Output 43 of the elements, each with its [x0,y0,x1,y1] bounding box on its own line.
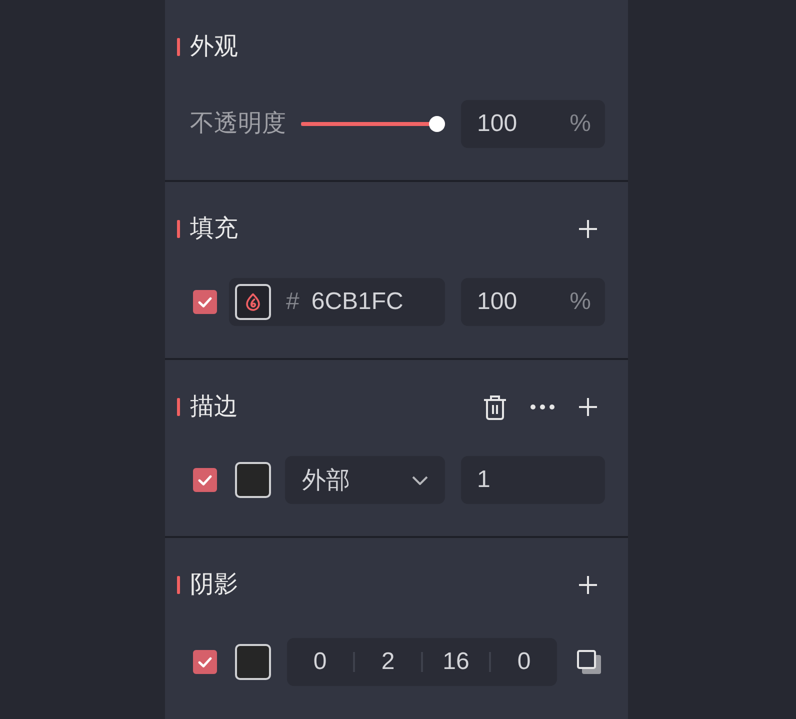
color-field[interactable]: # 6CB1FC [229,278,445,326]
hash-label: # [286,288,300,316]
section-title: 外观 [190,33,238,61]
input-value: 1 [477,466,490,494]
plus-icon[interactable] [578,397,598,417]
fill-opacity-input[interactable]: 100 % [461,278,605,326]
section-title: 描边 [190,393,238,421]
unit-label: % [570,110,591,138]
section-title: 阴影 [190,571,238,599]
input-value: 100 [477,288,518,316]
unit-label: % [570,288,591,316]
color-swatch-icon[interactable] [235,462,271,498]
shadow-value-input[interactable]: 2 [355,648,421,676]
slider-thumb[interactable] [429,116,445,132]
checkbox[interactable] [193,650,217,674]
checkmark-icon [198,296,212,308]
opacity-label: 不透明度 [190,110,287,138]
section-accent-bar [177,398,180,416]
color-swatch-icon[interactable] [235,644,271,680]
position-dropdown[interactable]: 外部 [285,456,445,504]
chevron-down-icon [412,476,428,484]
checkbox[interactable] [193,290,217,314]
plus-icon[interactable] [578,575,598,595]
section-accent-bar [177,576,180,594]
input-value: 100 [477,110,518,138]
drop-icon [246,293,260,311]
stroke-width-input[interactable]: 1 [461,456,605,504]
trash-icon[interactable] [483,394,507,420]
checkmark-icon [198,656,212,668]
fill-type-button[interactable] [235,284,271,320]
shadow-value-input[interactable]: 0 [287,648,353,676]
section-title: 填充 [190,215,238,243]
opacity-input[interactable]: 100 % [461,100,605,148]
shadow-value-input[interactable]: 16 [423,648,489,676]
checkmark-icon [198,474,212,486]
section-accent-bar [177,38,180,56]
overlapping-squares-icon[interactable] [577,650,601,674]
section-accent-bar [177,220,180,238]
more-icon[interactable] [530,404,555,410]
checkbox[interactable] [193,468,217,492]
shadow-value-input[interactable]: 0 [491,648,557,676]
hex-value: 6CB1FC [311,288,404,316]
plus-icon[interactable] [578,219,598,239]
